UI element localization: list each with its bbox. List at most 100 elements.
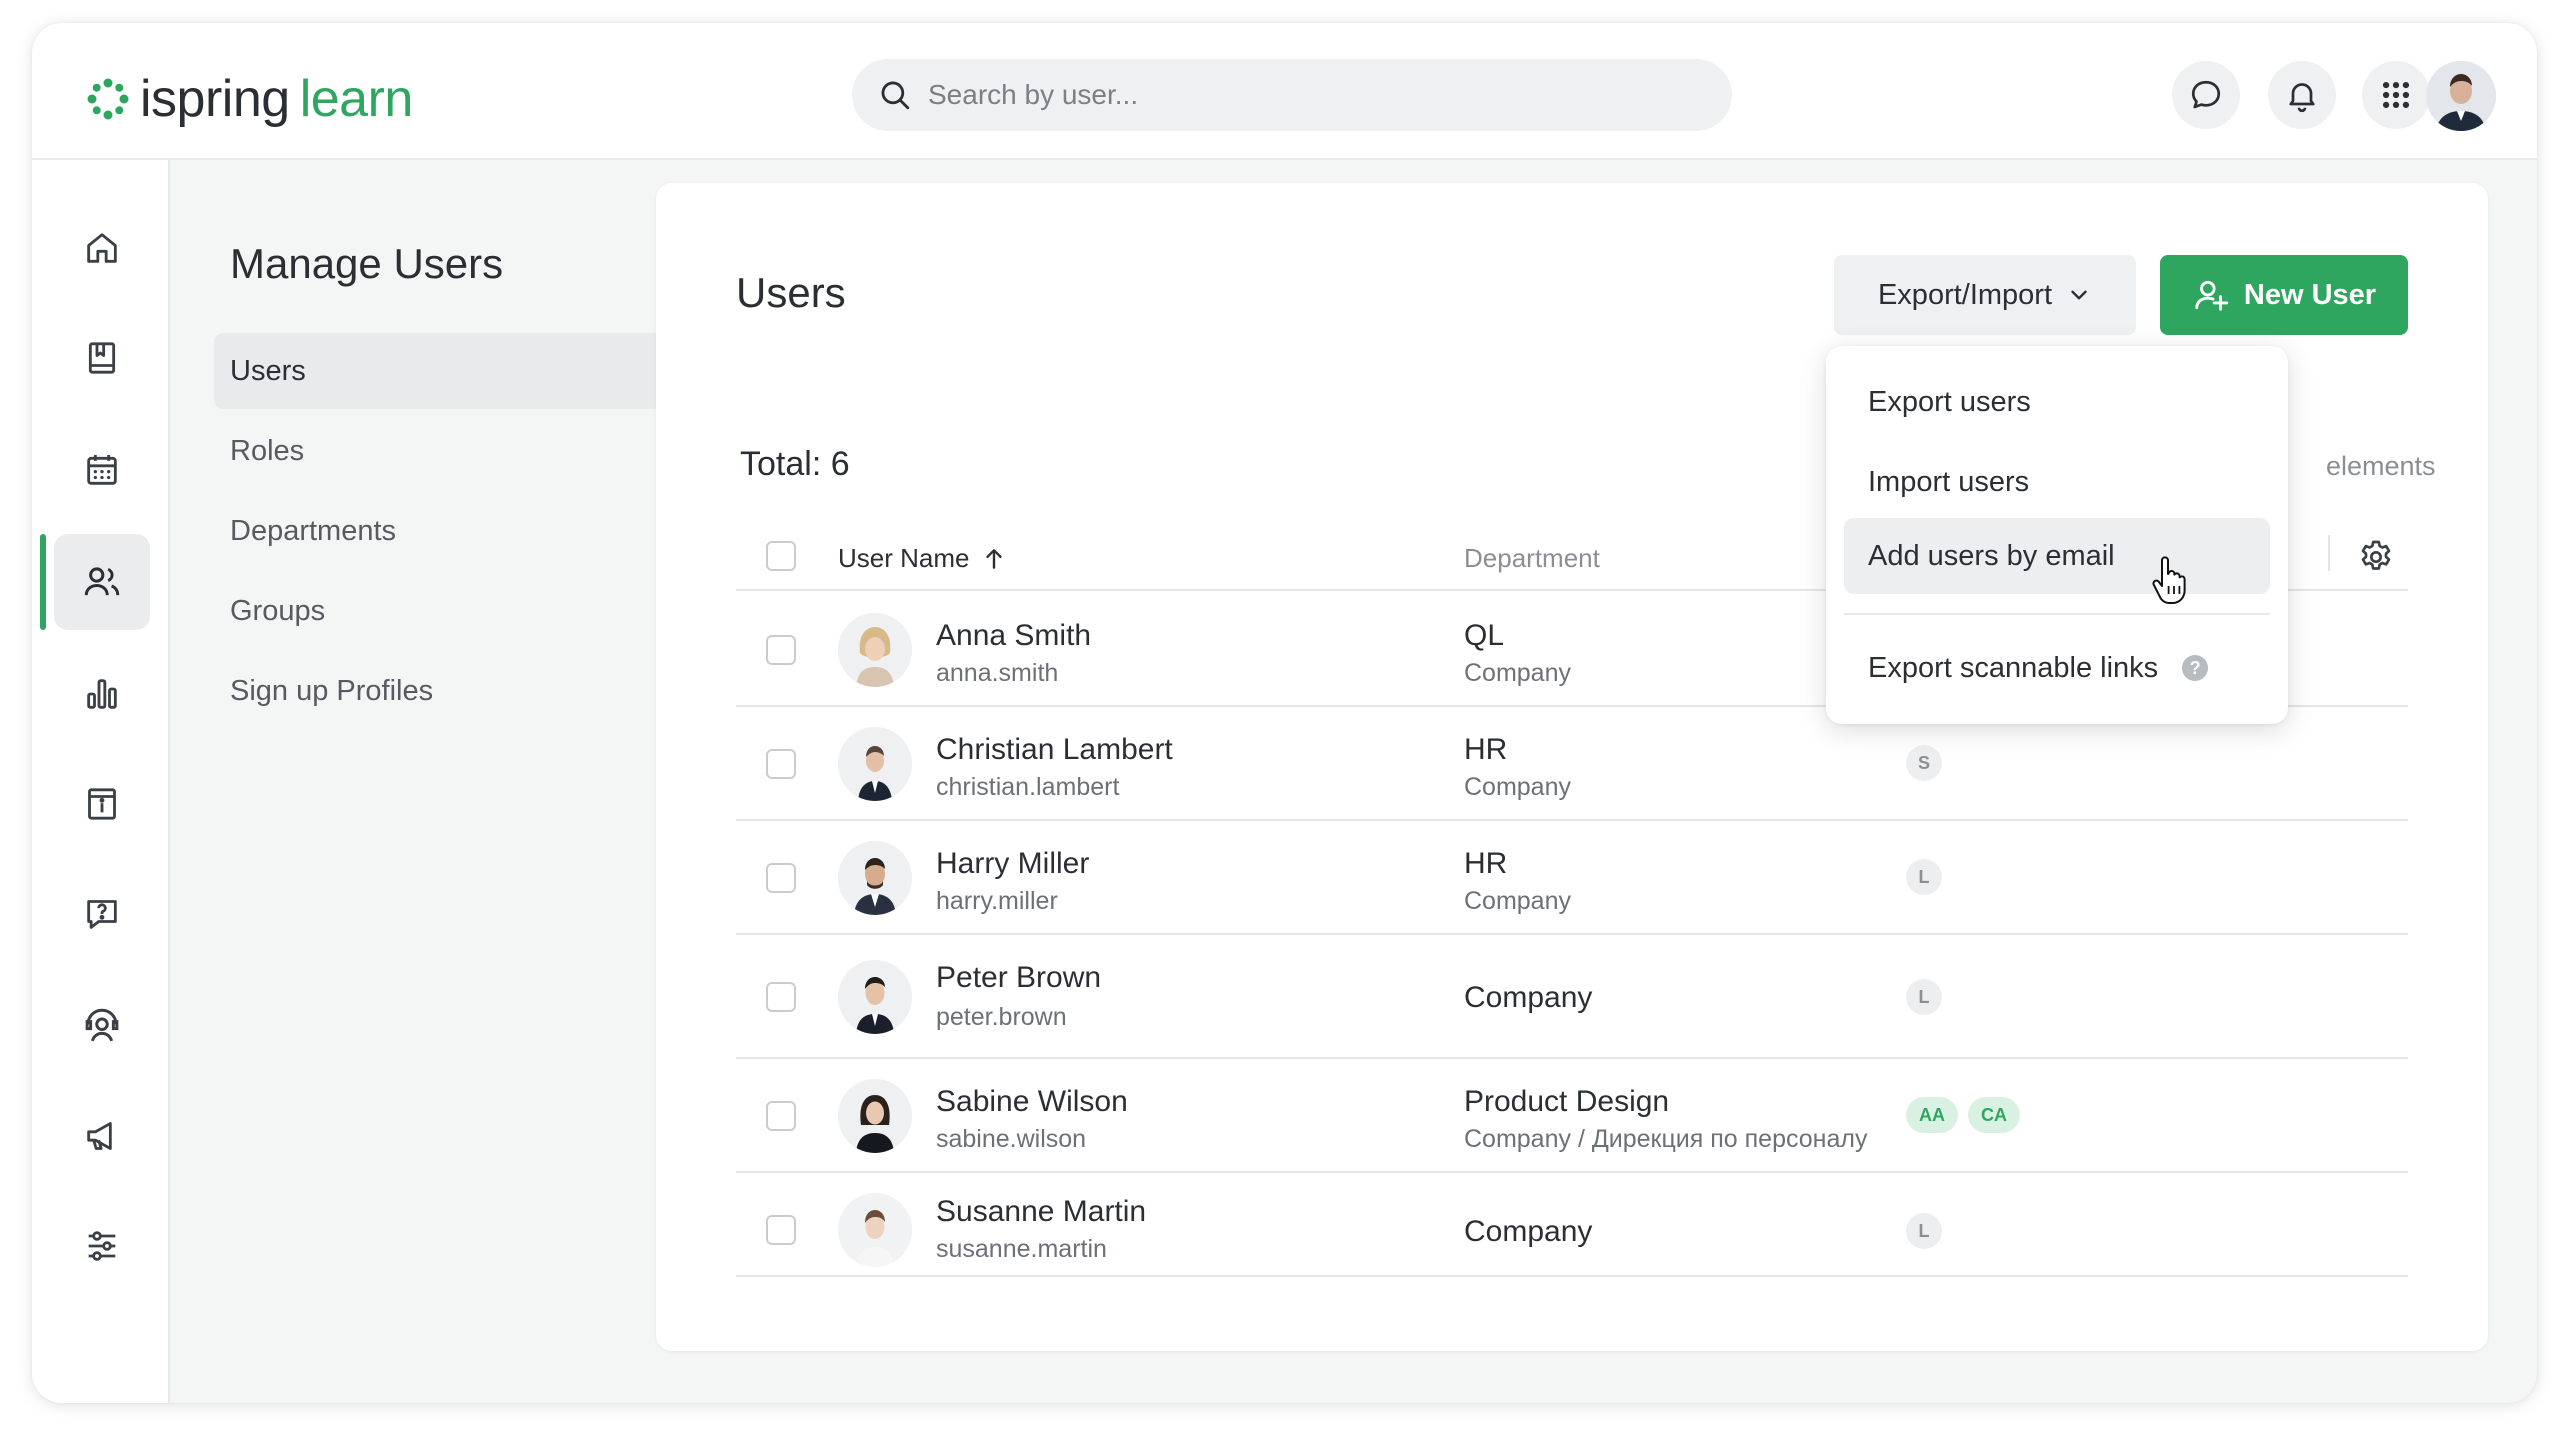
- user-name[interactable]: Susanne Martin: [936, 1195, 1146, 1229]
- user-name[interactable]: Anna Smith: [936, 619, 1091, 653]
- export-import-label: Export/Import: [1877, 278, 2053, 311]
- profile-avatar[interactable]: [2426, 61, 2496, 131]
- department-name: Company: [1464, 1215, 1593, 1248]
- department-name: QL: [1464, 619, 1505, 652]
- user-photo-icon: [838, 613, 912, 687]
- role-badge: CA: [1968, 1097, 2020, 1133]
- user-login: peter.brown: [936, 1003, 1067, 1031]
- user-name[interactable]: Peter Brown: [936, 961, 1101, 995]
- role-badge: L: [1906, 1213, 1942, 1249]
- chevron-down-icon: [2071, 290, 2087, 300]
- sidebar-item-users[interactable]: Users: [214, 333, 662, 409]
- page-title: Users: [736, 269, 846, 316]
- ispring-logo-icon: [87, 78, 129, 120]
- rail-reports[interactable]: [54, 646, 150, 742]
- search-icon: [881, 81, 910, 110]
- user-photo-icon: [838, 841, 912, 915]
- row-checkbox[interactable]: [766, 982, 796, 1012]
- department-name: HR: [1464, 847, 1508, 880]
- avatar: [838, 1193, 912, 1267]
- department-path: Company: [1464, 773, 1571, 801]
- sidebar-item-departments[interactable]: Departments: [214, 493, 662, 569]
- megaphone-icon: [87, 1122, 112, 1150]
- help-icon[interactable]: ?: [2182, 655, 2209, 681]
- chat-button[interactable]: [2172, 61, 2240, 129]
- rail-questions[interactable]: [54, 866, 150, 962]
- icon-rail: [32, 160, 170, 1403]
- rail-support[interactable]: [54, 978, 150, 1074]
- sidebar-item-groups[interactable]: Groups: [214, 573, 662, 649]
- apps-button[interactable]: [2362, 61, 2430, 129]
- select-all-checkbox[interactable]: [766, 541, 796, 571]
- avatar: [838, 727, 912, 801]
- user-name[interactable]: Harry Miller: [936, 847, 1089, 881]
- table-row[interactable]: Sabine Wilson sabine.wilson Product Desi…: [736, 1059, 2408, 1173]
- add-user-icon: [2195, 280, 2229, 311]
- user-login: sabine.wilson: [936, 1125, 1087, 1153]
- user-photo-icon: [838, 1079, 912, 1153]
- table-row[interactable]: Susanne Martin susanne.martin Company L: [736, 1173, 2408, 1277]
- export-import-button[interactable]: Export/Import: [1834, 255, 2136, 335]
- rail-users[interactable]: [54, 534, 150, 630]
- menu-item-import-users[interactable]: Import users: [1844, 444, 2270, 520]
- rail-settings[interactable]: [54, 1198, 150, 1294]
- menu-item-add-users-by-email[interactable]: Add users by email: [1844, 518, 2270, 594]
- notifications-button[interactable]: [2268, 61, 2336, 129]
- rail-calendar[interactable]: [54, 422, 150, 518]
- avatar: [838, 841, 912, 915]
- sidebar-title: Manage Users: [230, 240, 504, 287]
- rail-home[interactable]: [54, 200, 150, 296]
- row-checkbox[interactable]: [766, 1101, 796, 1131]
- role-badge: L: [1906, 979, 1942, 1015]
- menu-item-export-scannable-links[interactable]: Export scannable links ?: [1844, 630, 2270, 706]
- table-row[interactable]: Peter Brown peter.brown Company L: [736, 935, 2408, 1059]
- user-login: christian.lambert: [936, 773, 1120, 801]
- manage-users-sidebar: Manage Users Users Roles Departments Gro…: [172, 160, 662, 1403]
- sidebar-item-signup-profiles[interactable]: Sign up Profiles: [214, 653, 662, 729]
- top-header: ispring learn: [32, 23, 2537, 160]
- rail-info[interactable]: [54, 756, 150, 852]
- book-icon: [88, 342, 116, 374]
- user-login: susanne.martin: [936, 1235, 1107, 1263]
- department-path: Company / Дирекция по персоналу: [1464, 1125, 1868, 1153]
- user-photo-icon: [838, 1193, 912, 1267]
- column-header-user-name-label: User Name: [838, 543, 970, 573]
- rail-library[interactable]: [54, 310, 150, 406]
- role-badge: S: [1906, 745, 1942, 781]
- calendar-icon: [87, 455, 117, 485]
- bell-icon: [2289, 83, 2315, 113]
- user-photo-icon: [838, 727, 912, 801]
- table-row[interactable]: Harry Miller harry.miller HR Company L: [736, 821, 2408, 935]
- column-header-user-name[interactable]: User Name: [838, 543, 1007, 574]
- avatar: [838, 613, 912, 687]
- sidebar-item-roles[interactable]: Roles: [214, 413, 662, 489]
- user-photo-icon: [838, 960, 912, 1034]
- new-user-button[interactable]: New User: [2160, 255, 2408, 335]
- table-row[interactable]: Christian Lambert christian.lambert HR C…: [736, 707, 2408, 821]
- menu-item-export-users[interactable]: Export users: [1844, 364, 2270, 440]
- department-name: HR: [1464, 733, 1508, 766]
- row-checkbox[interactable]: [766, 863, 796, 893]
- rail-active-indicator: [40, 534, 46, 630]
- headset-user-icon: [85, 1008, 119, 1042]
- brand-name: ispring: [140, 70, 290, 128]
- department-path: Company: [1464, 887, 1571, 915]
- column-header-department[interactable]: Department: [1464, 543, 1600, 574]
- logo[interactable]: ispring learn: [86, 69, 413, 129]
- rail-announcements[interactable]: [54, 1088, 150, 1184]
- users-icon: [84, 567, 120, 596]
- row-checkbox[interactable]: [766, 635, 796, 665]
- row-checkbox[interactable]: [766, 749, 796, 779]
- search-input[interactable]: [928, 79, 1688, 111]
- role-badge: L: [1906, 859, 1942, 895]
- user-name[interactable]: Christian Lambert: [936, 733, 1173, 767]
- export-import-menu: Export users Import users Add users by e…: [1826, 346, 2288, 724]
- menu-item-export-scannable-links-label: Export scannable links: [1868, 651, 2159, 684]
- brand-product: learn: [299, 70, 414, 128]
- search-bar[interactable]: [852, 59, 1732, 131]
- user-name[interactable]: Sabine Wilson: [936, 1085, 1128, 1119]
- hand-pointer-cursor-icon: [2152, 556, 2186, 604]
- row-checkbox[interactable]: [766, 1215, 796, 1245]
- user-photo-icon: [2426, 61, 2496, 131]
- chat-icon: [2191, 80, 2221, 109]
